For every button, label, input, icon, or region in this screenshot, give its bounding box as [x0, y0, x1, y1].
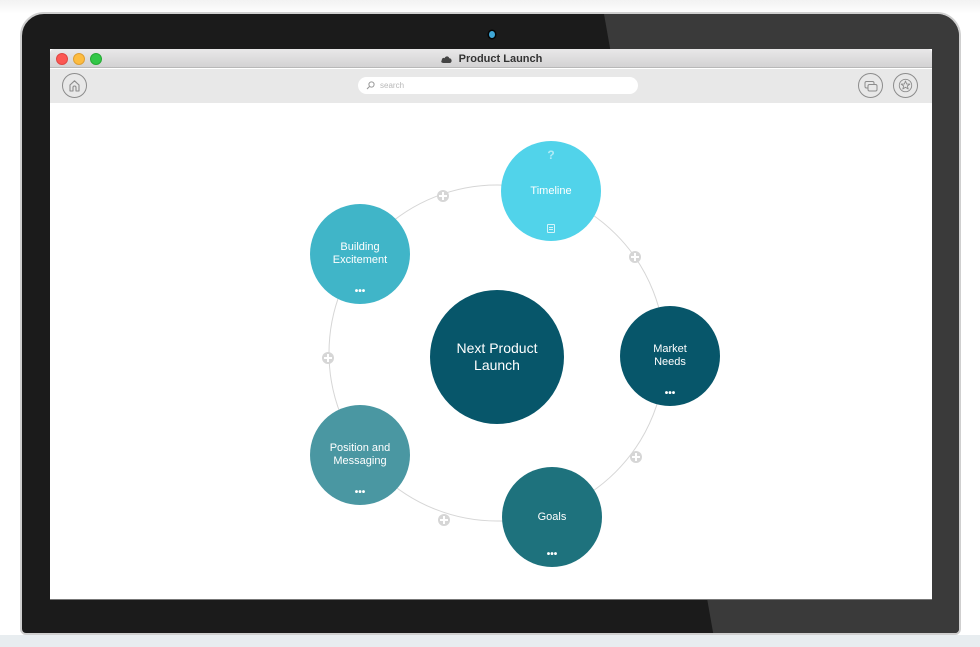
camera-icon: [489, 31, 495, 38]
more-options-icon[interactable]: •••: [310, 287, 410, 297]
search-icon: [366, 81, 375, 90]
add-node-button[interactable]: [629, 251, 641, 263]
add-node-button[interactable]: [322, 352, 334, 364]
node-label: Building Excitement: [332, 241, 388, 266]
question-icon[interactable]: ?: [501, 148, 601, 162]
home-icon: [69, 80, 80, 92]
node-timeline[interactable]: ? Timeline: [501, 141, 601, 241]
window-title-text: Product Launch: [458, 52, 543, 65]
home-button[interactable]: [62, 73, 87, 98]
desk-surface: [0, 635, 980, 647]
mindmap-canvas[interactable]: Next Product Launch ? Timeline Market Ne…: [50, 103, 932, 599]
add-node-button[interactable]: [437, 190, 449, 202]
more-options-icon[interactable]: •••: [310, 488, 410, 498]
node-label: Goals: [537, 510, 567, 523]
app-window: Product Launch search Next Product Launc…: [50, 49, 932, 600]
node-label: Position and Messaging: [329, 442, 391, 467]
node-market-needs[interactable]: Market Needs •••: [620, 306, 720, 406]
toolbar: [50, 69, 932, 103]
node-goals[interactable]: Goals •••: [502, 467, 602, 567]
present-button[interactable]: [858, 73, 883, 98]
star-badge-icon: [898, 78, 913, 93]
favorite-button[interactable]: [893, 73, 918, 98]
cloud-icon: [440, 55, 452, 63]
node-position-messaging[interactable]: Position and Messaging •••: [310, 405, 410, 505]
node-building-excitement[interactable]: Building Excitement •••: [310, 204, 410, 304]
more-options-icon[interactable]: •••: [620, 389, 720, 399]
node-label: Market Needs: [653, 343, 687, 368]
add-node-button[interactable]: [630, 451, 642, 463]
document-icon[interactable]: [547, 224, 555, 233]
slides-icon: [864, 80, 877, 91]
window-title: Product Launch: [50, 49, 932, 68]
more-options-icon[interactable]: •••: [502, 550, 602, 560]
search-input[interactable]: [380, 81, 620, 90]
center-node-label: Next Product Launch: [456, 340, 538, 373]
stage: Product Launch search Next Product Launc…: [0, 0, 980, 647]
node-label: Timeline: [530, 184, 572, 197]
add-node-button[interactable]: [438, 514, 450, 526]
title-bar: Product Launch: [50, 49, 932, 68]
search-field[interactable]: [358, 77, 638, 94]
center-node[interactable]: Next Product Launch: [430, 290, 564, 424]
